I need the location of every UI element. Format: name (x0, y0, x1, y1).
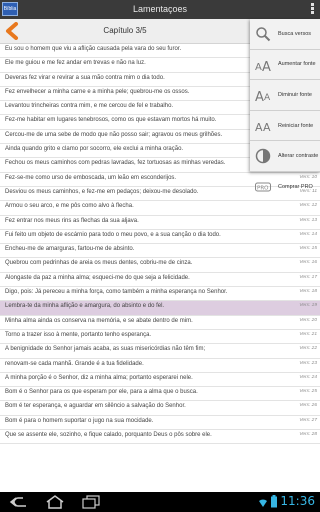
chapter-title: Capítulo 3/5 (103, 26, 147, 35)
svg-text:A: A (255, 121, 263, 134)
verse-text: Desviou os meus caminhos, e fez-me em pe… (5, 188, 199, 195)
verse-row[interactable]: Fez entrar nos meus rins as flechas da s… (0, 216, 320, 230)
verse-text: Alongaste da paz a minha alma; esqueci-m… (5, 274, 190, 281)
verse-text: A minha porção é o Senhor, diz a minha a… (5, 374, 193, 381)
verse-number: Vers: 18 (299, 289, 317, 295)
verse-row[interactable]: Que se assente ele, sozinho, e fique cal… (0, 430, 320, 445)
menu-item-label: Aumentar fonte (278, 61, 316, 68)
verse-number: Vers: 12 (299, 203, 317, 209)
verse-number: Vers: 21 (299, 331, 317, 337)
verse-text: Minha alma ainda os conserva na memória,… (5, 317, 193, 324)
menu-item-label: Comprar PRO (278, 183, 313, 190)
svg-text:A: A (255, 90, 264, 103)
menu-item-buy-pro[interactable]: PRO Comprar PRO (250, 172, 320, 203)
recent-apps-icon[interactable] (80, 495, 102, 509)
verse-row[interactable]: Bom é o Senhor para os que esperam por e… (0, 387, 320, 402)
verse-text: Levantou trincheiras contra mim, e me ce… (5, 103, 174, 110)
menu-item-label: Reiniciar fonte (278, 122, 314, 129)
verse-row[interactable]: Encheu-me de amarguras, fartou-me de abs… (0, 244, 320, 259)
verse-row[interactable]: Bom é ter esperança, e aguardar em silên… (0, 401, 320, 416)
verse-text: Fechou os meus caminhos com pedras lavra… (5, 160, 226, 167)
overflow-menu-icon[interactable] (311, 3, 315, 16)
wifi-icon (259, 499, 267, 507)
svg-text:A: A (262, 60, 271, 73)
verse-row[interactable]: Quebrou com pedrinhas de areia os meus d… (0, 258, 320, 273)
verse-number: Vers: 13 (299, 217, 317, 223)
title-bar: Bíblia Lamentaçoes (0, 0, 320, 19)
verse-number: Vers: 17 (299, 274, 317, 280)
verse-row[interactable]: Fui feito um objeto de escárnio para tod… (0, 230, 320, 245)
verse-number: Vers: 24 (299, 374, 317, 380)
verse-text: Fui feito um objeto de escárnio para tod… (5, 231, 221, 238)
verse-text: Fez-se-me como urso de emboscada, um leã… (5, 174, 177, 181)
verse-text: Digo, pois: Já pereceu a minha força, co… (5, 289, 228, 296)
contrast-icon (255, 149, 271, 164)
menu-item-increase-font[interactable]: AA Aumentar fonte (250, 50, 320, 81)
verse-number: Vers: 27 (299, 417, 317, 423)
verse-number: Vers: 20 (299, 317, 317, 323)
verse-number: Vers: 15 (299, 246, 317, 252)
verse-text: Bom é ter esperança, e aguardar em silên… (5, 403, 186, 410)
verse-row[interactable]: Bom é para o homem suportar o jugo na su… (0, 416, 320, 431)
font-reset-icon: AA (255, 121, 271, 134)
verse-row[interactable]: Armou o seu arco, e me pôs como alvo à f… (0, 201, 320, 216)
back-icon[interactable] (8, 495, 30, 509)
verse-text: Quebrou com pedrinhas de areia os meus d… (5, 260, 193, 267)
verse-text: Fez envelhecer a minha carne e a minha p… (5, 88, 190, 95)
verse-number: Vers: 14 (299, 231, 317, 237)
verse-text: Ainda quando grito e clamo por socorro, … (5, 146, 184, 153)
verse-text: Torno a trazer isso à mente, portanto te… (5, 331, 152, 338)
verse-row[interactable]: Digo, pois: Já pereceu a minha força, co… (0, 287, 320, 302)
svg-text:PRO: PRO (257, 185, 269, 191)
app-title: Lamentaçoes (132, 4, 188, 14)
verse-text: Fez entrar nos meus rins as flechas da s… (5, 217, 139, 224)
font-decrease-icon: AA (255, 90, 271, 103)
svg-text:A: A (255, 62, 262, 73)
verse-text: Lembra-te da minha aflição e amargura, d… (5, 303, 165, 310)
verse-text: Armou o seu arco, e me pôs como alvo à f… (5, 203, 134, 210)
svg-text:A: A (263, 121, 271, 134)
menu-item-label: Alterar contraste (278, 153, 319, 160)
pro-icon: PRO (255, 182, 271, 192)
verse-text: Deveras fez virar e revirar a sua mão co… (5, 74, 165, 81)
verse-number: Vers: 22 (299, 346, 317, 352)
verse-text: Que se assente ele, sozinho, e fique cal… (5, 432, 212, 439)
menu-item-contrast[interactable]: Alterar contraste (250, 141, 320, 172)
system-nav-bar: 11:36 (0, 492, 320, 512)
verse-text: Cercou-me de uma sebe de modo que não po… (5, 131, 223, 138)
home-icon[interactable] (44, 495, 66, 509)
verse-row[interactable]: renovam-se cada manhã. Grande é a tua fi… (0, 359, 320, 373)
verse-number: Vers: 16 (299, 260, 317, 266)
verse-row[interactable]: A benignidade do Senhor jamais acaba, as… (0, 344, 320, 359)
svg-text:A: A (264, 93, 271, 103)
verse-text: renovam-se cada manhã. Grande é a tua fi… (5, 360, 144, 367)
verse-number: Vers: 23 (299, 360, 317, 366)
verse-text: Ele me guiou e me fez andar em trevas e … (5, 60, 146, 67)
menu-item-label: Busca versos (278, 30, 312, 37)
verse-text: Fez-me habitar em lugares tenebrosos, co… (5, 117, 217, 124)
menu-item-reset-font[interactable]: AA Reiniciar fonte (250, 111, 320, 142)
font-increase-icon: AA (255, 60, 271, 73)
verse-text: Bom é para o homem suportar o jugo na su… (5, 417, 154, 424)
battery-icon (271, 495, 277, 508)
verse-text: A benignidade do Senhor jamais acaba, as… (5, 346, 206, 353)
verse-row[interactable]: Minha alma ainda os conserva na memória,… (0, 316, 320, 330)
options-menu: Busca versos AA Aumentar fonte AA Diminu… (250, 19, 320, 192)
verse-row[interactable]: Alongaste da paz a minha alma; esqueci-m… (0, 273, 320, 288)
search-icon (256, 27, 271, 42)
status-clock: 11:36 (280, 494, 315, 508)
menu-item-search[interactable]: Busca versos (250, 19, 320, 50)
verse-number: Vers: 26 (299, 403, 317, 409)
verse-row[interactable]: A minha porção é o Senhor, diz a minha a… (0, 373, 320, 388)
menu-item-label: Diminuir fonte (278, 91, 312, 98)
verse-number: Vers: 28 (299, 432, 317, 438)
verse-number: Vers: 25 (299, 389, 317, 395)
verse-number: Vers: 19 (299, 303, 317, 309)
menu-item-decrease-font[interactable]: AA Diminuir fonte (250, 80, 320, 111)
verse-text: Encheu-me de amarguras, fartou-me de abs… (5, 246, 135, 253)
verse-row[interactable]: Lembra-te da minha aflição e amargura, d… (0, 301, 320, 316)
verse-row[interactable]: Torno a trazer isso à mente, portanto te… (0, 330, 320, 345)
verse-text: Eu sou o homem que viu a aflição causada… (5, 46, 182, 52)
verse-text: Bom é o Senhor para os que esperam por e… (5, 389, 198, 396)
